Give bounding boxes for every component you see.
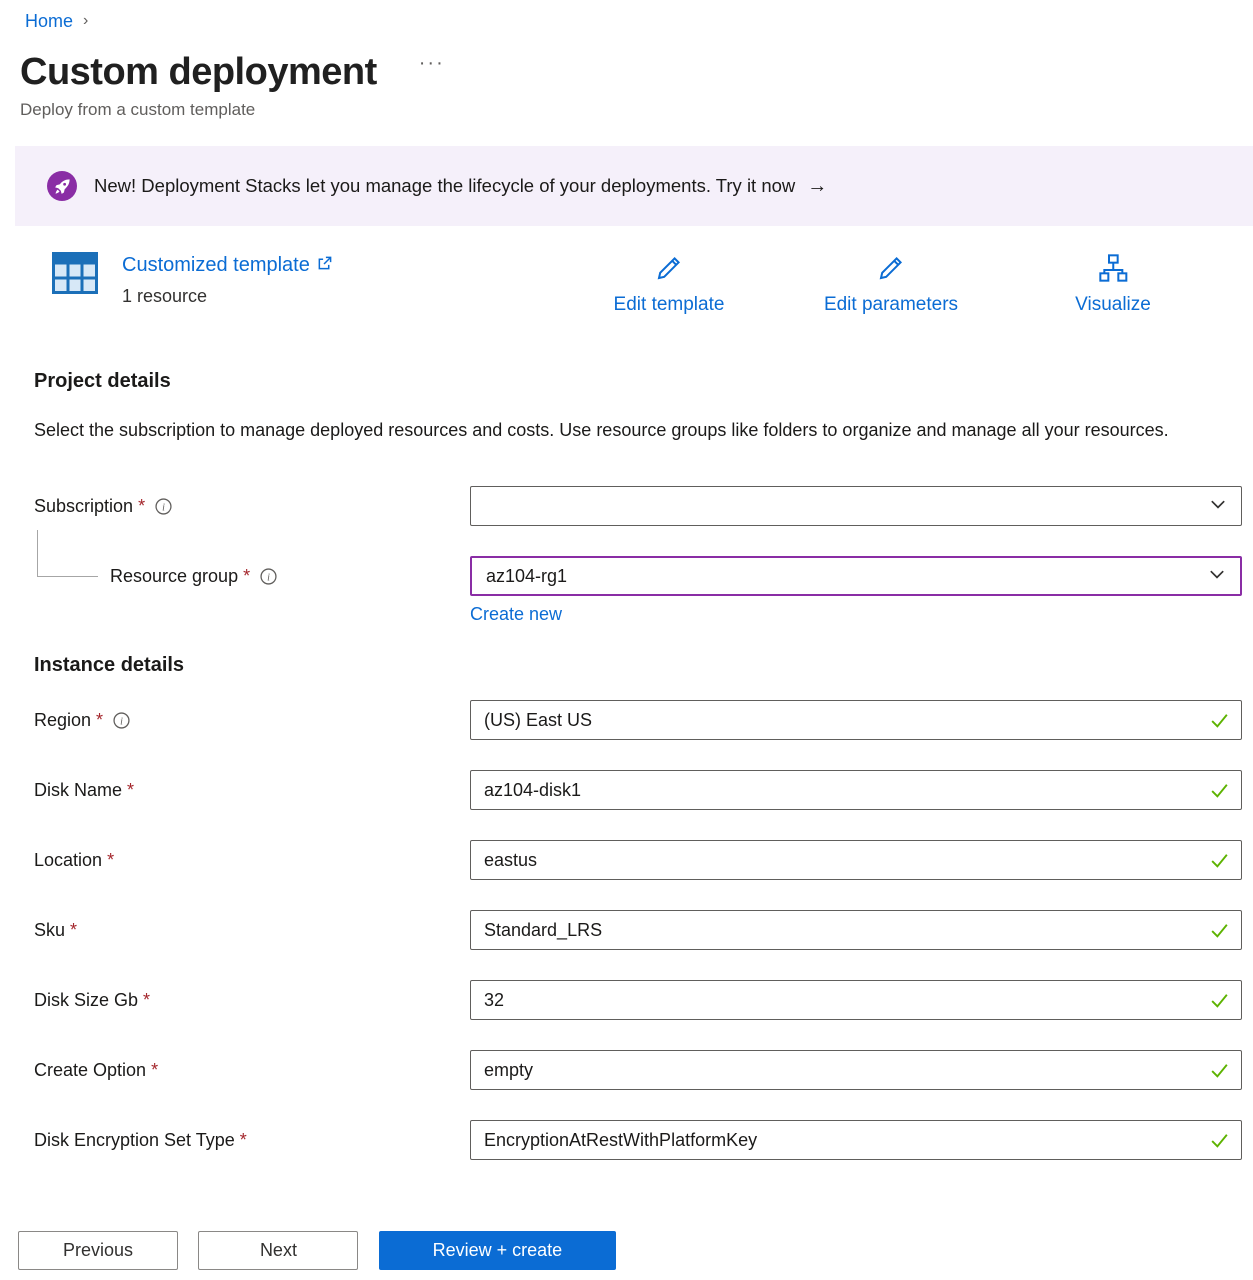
breadcrumb: Home › (0, 0, 1253, 32)
location-label: Location (34, 850, 102, 871)
external-link-icon (317, 256, 332, 276)
more-menu-button[interactable]: ··· (419, 52, 445, 75)
pencil-icon (653, 252, 685, 289)
chevron-down-icon (1208, 565, 1226, 588)
svg-text:i: i (120, 716, 123, 727)
subscription-label: Subscription (34, 496, 133, 517)
disk-encryption-set-type-input[interactable] (470, 1120, 1242, 1160)
disk-size-field-row: Disk Size Gb * (34, 980, 1242, 1020)
page-title: Custom deployment (20, 51, 377, 94)
required-asterisk: * (127, 780, 134, 801)
resource-group-field-row: Resource group * i az104-rg1 (34, 556, 1242, 596)
disk-encryption-set-type-field-row: Disk Encryption Set Type * (34, 1120, 1242, 1160)
create-option-input[interactable] (470, 1050, 1242, 1090)
edit-parameters-label: Edit parameters (824, 294, 958, 316)
info-icon[interactable]: i (113, 712, 130, 729)
disk-size-label: Disk Size Gb (34, 990, 138, 1011)
required-asterisk: * (151, 1060, 158, 1081)
edit-parameters-button[interactable]: Edit parameters (805, 252, 977, 316)
create-option-label: Create Option (34, 1060, 146, 1081)
svg-text:i: i (162, 502, 165, 513)
create-option-field-row: Create Option * (34, 1050, 1242, 1090)
edit-template-label: Edit template (614, 294, 725, 316)
banner-message-link[interactable]: New! Deployment Stacks let you manage th… (94, 175, 795, 197)
resource-group-label: Resource group (110, 566, 238, 587)
create-new-link[interactable]: Create new (470, 604, 562, 624)
template-resource-count: 1 resource (122, 286, 332, 307)
visualize-button[interactable]: Visualize (1027, 252, 1199, 316)
location-input[interactable] (470, 840, 1242, 880)
edit-template-button[interactable]: Edit template (583, 252, 755, 316)
required-asterisk: * (96, 710, 103, 731)
next-button[interactable]: Next (198, 1231, 358, 1270)
required-asterisk: * (138, 496, 145, 517)
region-input[interactable] (470, 700, 1242, 740)
region-field-row: Region * i (34, 700, 1242, 740)
valid-check-icon (1209, 1060, 1230, 1081)
location-field-row: Location * (34, 840, 1242, 880)
chevron-right-icon: › (83, 12, 88, 30)
valid-check-icon (1209, 710, 1230, 731)
customized-template-link[interactable]: Customized template (122, 254, 310, 277)
footer-bar: Previous Next Review + create (0, 1216, 1253, 1280)
sku-field-row: Sku * (34, 910, 1242, 950)
deployment-stacks-banner: New! Deployment Stacks let you manage th… (15, 146, 1253, 226)
indent-connector-line (37, 530, 98, 577)
disk-name-label: Disk Name (34, 780, 122, 801)
previous-button[interactable]: Previous (18, 1231, 178, 1270)
valid-check-icon (1209, 850, 1230, 871)
disk-name-input[interactable] (470, 770, 1242, 810)
required-asterisk: * (143, 990, 150, 1011)
valid-check-icon (1209, 1130, 1230, 1151)
required-asterisk: * (240, 1130, 247, 1151)
svg-text:i: i (267, 572, 270, 583)
review-create-button[interactable]: Review + create (379, 1231, 616, 1270)
info-icon[interactable]: i (155, 498, 172, 515)
sku-label: Sku (34, 920, 65, 941)
instance-details-heading: Instance details (34, 654, 1253, 680)
template-table-icon (52, 252, 98, 299)
info-icon[interactable]: i (260, 568, 277, 585)
sku-input[interactable] (470, 910, 1242, 950)
rocket-icon (47, 171, 77, 201)
valid-check-icon (1209, 990, 1230, 1011)
resource-group-dropdown[interactable]: az104-rg1 (470, 556, 1242, 596)
pencil-icon (875, 252, 907, 289)
breadcrumb-home-link[interactable]: Home (25, 11, 73, 32)
disk-size-input[interactable] (470, 980, 1242, 1020)
required-asterisk: * (107, 850, 114, 871)
visualize-label: Visualize (1075, 294, 1151, 316)
arrow-right-icon: → (807, 175, 827, 198)
project-details-description: Select the subscription to manage deploy… (34, 416, 1179, 444)
disk-encryption-set-type-label: Disk Encryption Set Type (34, 1130, 235, 1151)
subscription-dropdown[interactable] (470, 486, 1242, 526)
page-subtitle: Deploy from a custom template (20, 100, 1253, 120)
valid-check-icon (1209, 780, 1230, 801)
required-asterisk: * (243, 566, 250, 587)
resource-group-value: az104-rg1 (486, 566, 567, 587)
hierarchy-icon (1097, 252, 1129, 289)
valid-check-icon (1209, 920, 1230, 941)
disk-name-field-row: Disk Name * (34, 770, 1242, 810)
subscription-field-row: Subscription * i (34, 486, 1242, 526)
required-asterisk: * (70, 920, 77, 941)
chevron-down-icon (1209, 495, 1227, 518)
region-label: Region (34, 710, 91, 731)
project-details-heading: Project details (34, 370, 1253, 394)
